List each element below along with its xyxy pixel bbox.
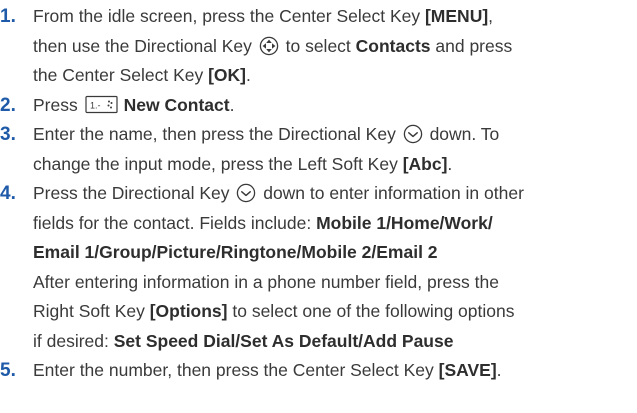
text: After entering information in a phone nu… bbox=[33, 271, 499, 292]
text: Right Soft Key bbox=[33, 301, 150, 321]
step-item: 2. Press 1.- New Contact. bbox=[0, 91, 637, 121]
step-line: Press the Directional Key down to enter … bbox=[33, 179, 637, 209]
step-line: After entering information in a phone nu… bbox=[33, 268, 637, 298]
step-line: Press 1.- New Contact. bbox=[33, 91, 637, 121]
step-item: 5. Enter the number, then press the Cente… bbox=[0, 356, 637, 386]
bold-text: [OK] bbox=[208, 65, 247, 85]
svg-text:1.-: 1.- bbox=[90, 100, 101, 110]
bold-text: [Abc] bbox=[402, 153, 448, 174]
bold-text: Email 1/Group/Picture/Ringtone/Mobile 2/… bbox=[33, 242, 438, 262]
step-line: the Center Select Key [OK]. bbox=[33, 61, 637, 91]
text: . bbox=[496, 360, 502, 380]
step-number: 2. bbox=[0, 94, 16, 116]
text: down. To bbox=[424, 124, 500, 144]
step-item: 3. Enter the name, then press the Directi… bbox=[0, 120, 637, 179]
step-item: 4. Press the Directional Key down to ente… bbox=[0, 179, 637, 356]
step-line: From the idle screen, press the Center S… bbox=[33, 2, 637, 32]
bold-text: [Options] bbox=[149, 301, 228, 321]
key-1-icon: 1.- bbox=[83, 95, 124, 115]
text: fields for the contact. Fields include: bbox=[33, 212, 317, 233]
bold-text: Set Speed Dial/Set As Default/Add Pause bbox=[113, 330, 454, 351]
step-line: Enter the name, then press the Direction… bbox=[33, 120, 637, 150]
step-line: fields for the contact. Fields include: … bbox=[33, 209, 637, 239]
step-number: 5. bbox=[0, 360, 16, 381]
step-line: Enter the number, then press the Center … bbox=[33, 356, 637, 386]
text: the Center Select Key bbox=[33, 65, 209, 85]
text: and press bbox=[430, 35, 513, 56]
bold-text: [MENU] bbox=[424, 6, 489, 26]
bold-text: [SAVE] bbox=[438, 360, 497, 380]
directional-down-icon bbox=[401, 124, 425, 144]
text: Press the Directional Key bbox=[33, 183, 235, 203]
step-text: Press 1.- New Contact. bbox=[33, 91, 637, 121]
step-text: Enter the number, then press the Center … bbox=[33, 356, 637, 386]
directional-down-icon bbox=[234, 183, 258, 203]
step-number: 1. bbox=[0, 6, 16, 27]
text: change the input mode, press the Left So… bbox=[33, 153, 403, 174]
step-text: Press the Directional Key down to enter … bbox=[33, 179, 637, 356]
text: to select bbox=[280, 35, 356, 56]
text: if desired: bbox=[33, 330, 114, 351]
text: to select one of the following options bbox=[227, 301, 515, 321]
step-text: Enter the name, then press the Direction… bbox=[33, 120, 637, 179]
bold-text: Mobile 1/Home/Work/ bbox=[316, 212, 493, 233]
step-number: 4. bbox=[0, 183, 16, 204]
step-line: if desired: Set Speed Dial/Set As Defaul… bbox=[33, 327, 637, 357]
text: down to enter information in other bbox=[258, 183, 524, 203]
text: Enter the name, then press the Direction… bbox=[33, 124, 401, 144]
text: then use the Directional Key bbox=[33, 35, 257, 56]
text: From the idle screen, press the Center S… bbox=[33, 6, 425, 26]
step-line: Right Soft Key [Options] to select one o… bbox=[33, 297, 637, 327]
text: Enter the number, then press the Center … bbox=[33, 360, 439, 380]
text: . bbox=[246, 65, 251, 85]
text: . bbox=[447, 153, 453, 174]
bold-text: Contacts bbox=[355, 35, 431, 56]
step-line: then use the Directional Key to select C… bbox=[33, 32, 637, 62]
step-number: 3. bbox=[0, 124, 16, 145]
step-text: From the idle screen, press the Center S… bbox=[33, 2, 637, 91]
instruction-steps: 1. From the idle screen, press the Center… bbox=[0, 2, 637, 386]
step-item: 1. From the idle screen, press the Center… bbox=[0, 2, 637, 91]
step-line: change the input mode, press the Left So… bbox=[33, 150, 637, 180]
text: , bbox=[488, 6, 494, 26]
directional-4way-icon bbox=[257, 36, 281, 56]
step-line: Email 1/Group/Picture/Ringtone/Mobile 2/… bbox=[33, 238, 637, 268]
text: . bbox=[229, 94, 235, 115]
bold-text: New Contact bbox=[123, 94, 230, 115]
text: Press bbox=[33, 94, 83, 115]
